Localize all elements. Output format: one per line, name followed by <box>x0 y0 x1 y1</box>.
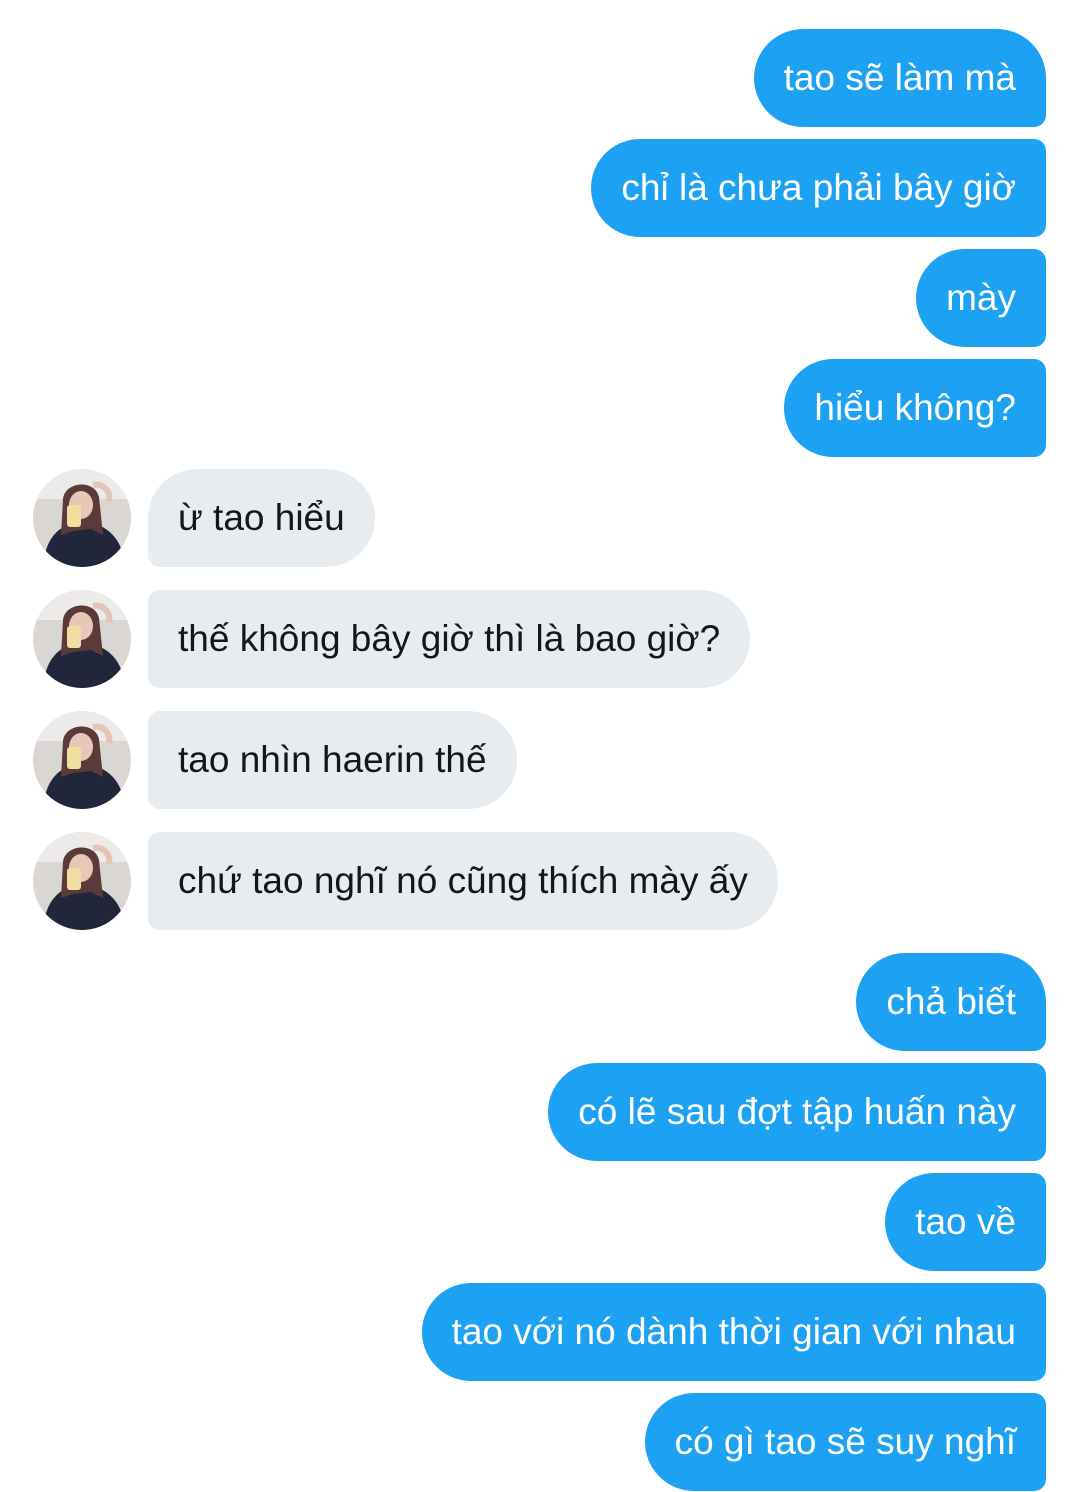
sent-message-bubble[interactable]: tao về <box>885 1173 1046 1271</box>
received-message-bubble[interactable]: tao nhìn haerin thế <box>148 711 517 809</box>
message-row: ừ tao hiểu <box>0 469 1080 567</box>
message-row: tao về <box>0 1173 1080 1271</box>
message-row: tao nhìn haerin thế <box>0 711 1080 809</box>
message-row: chỉ là chưa phải bây giờ <box>0 139 1080 237</box>
message-row: chả biết <box>0 953 1080 1051</box>
message-row: hiểu không? <box>0 359 1080 457</box>
message-row: tao sẽ làm mà <box>0 29 1080 127</box>
user-avatar-icon[interactable] <box>33 832 131 930</box>
message-thread: tao sẽ làm mà chỉ là chưa phải bây giờ m… <box>0 0 1080 1492</box>
user-avatar-icon[interactable] <box>33 469 131 567</box>
sent-message-bubble[interactable]: chả biết <box>856 953 1046 1051</box>
sent-message-bubble[interactable]: tao sẽ làm mà <box>753 29 1046 127</box>
sent-message-bubble[interactable]: hiểu không? <box>784 359 1046 457</box>
message-row: mày <box>0 249 1080 347</box>
user-avatar-icon[interactable] <box>33 590 131 688</box>
received-message-bubble[interactable]: ừ tao hiểu <box>148 469 375 567</box>
sent-message-bubble[interactable]: mày <box>916 249 1046 347</box>
message-row: có lẽ sau đợt tập huấn này <box>0 1063 1080 1161</box>
user-avatar-icon[interactable] <box>33 711 131 809</box>
received-message-bubble[interactable]: chứ tao nghĩ nó cũng thích mày ấy <box>148 832 778 930</box>
sent-message-bubble[interactable]: có gì tao sẽ suy nghĩ <box>644 1393 1046 1491</box>
received-message-bubble[interactable]: thế không bây giờ thì là bao giờ? <box>148 590 751 688</box>
message-row: chứ tao nghĩ nó cũng thích mày ấy <box>0 832 1080 930</box>
message-row: thế không bây giờ thì là bao giờ? <box>0 590 1080 688</box>
sent-message-bubble[interactable]: chỉ là chưa phải bây giờ <box>591 139 1046 237</box>
message-row: tao với nó dành thời gian với nhau <box>0 1283 1080 1381</box>
sent-message-bubble[interactable]: có lẽ sau đợt tập huấn này <box>548 1063 1046 1161</box>
sent-message-bubble[interactable]: tao với nó dành thời gian với nhau <box>421 1283 1046 1381</box>
message-row: có gì tao sẽ suy nghĩ <box>0 1393 1080 1491</box>
